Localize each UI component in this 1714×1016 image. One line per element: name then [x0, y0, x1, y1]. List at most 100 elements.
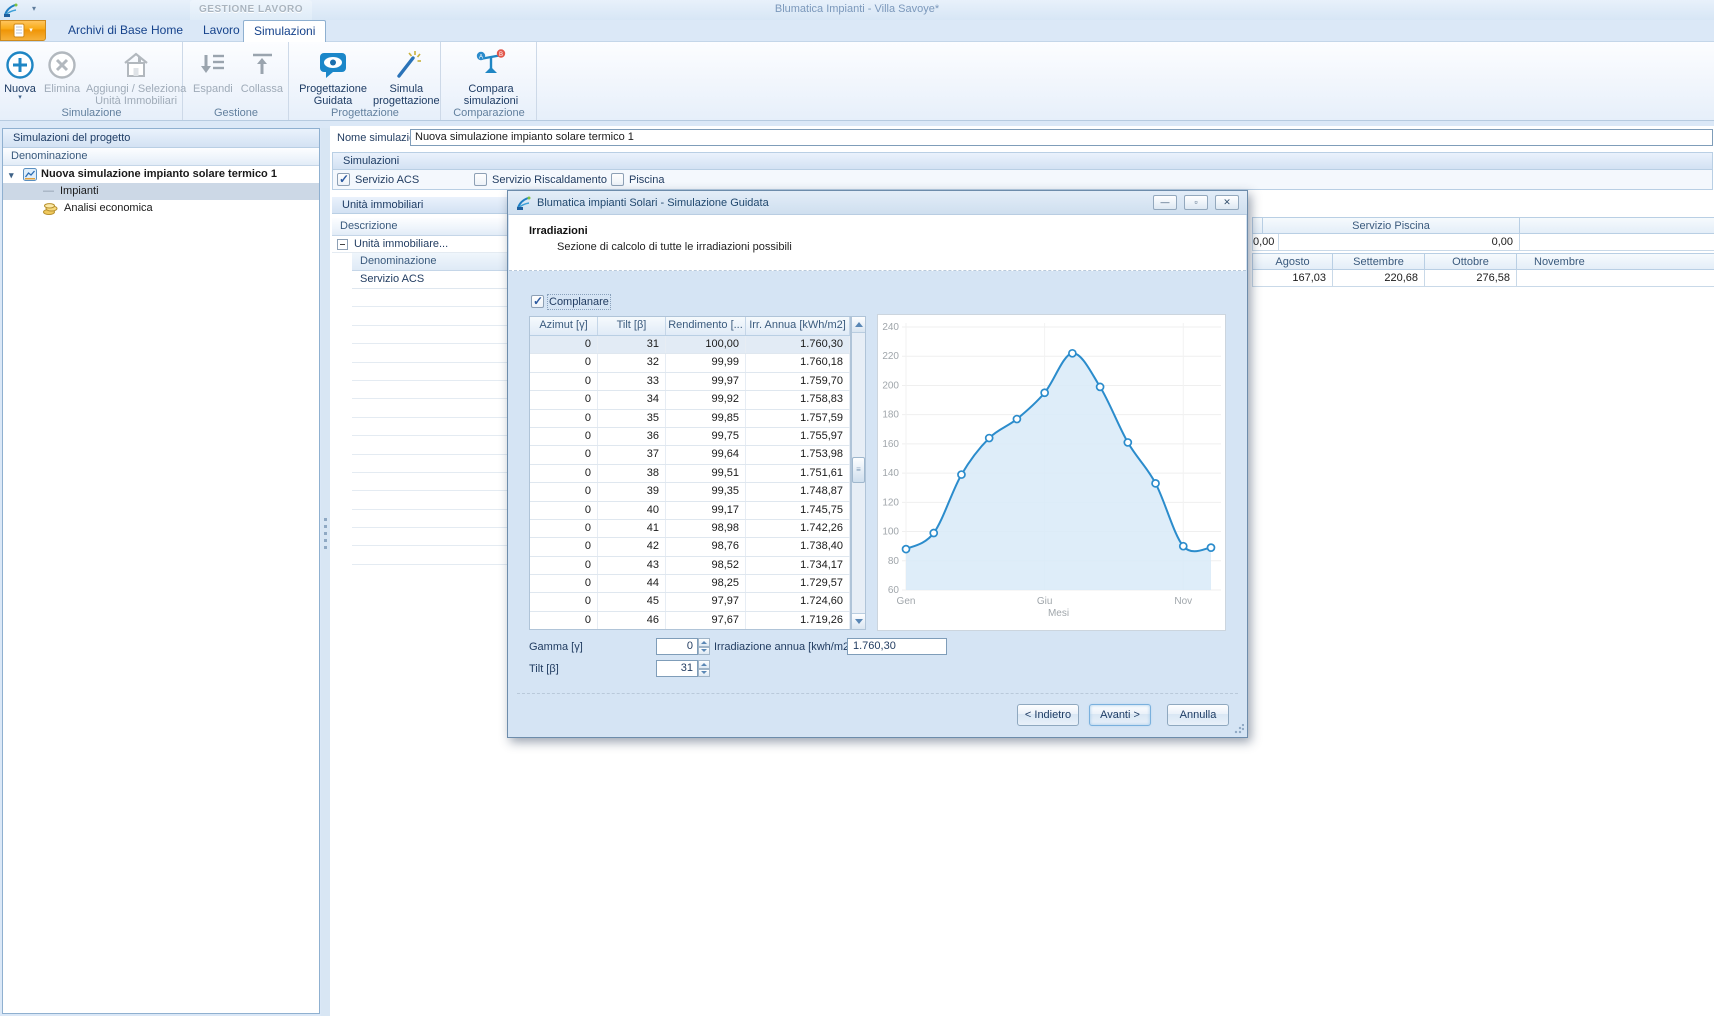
simulation-node-icon	[23, 168, 37, 181]
annulla-button[interactable]: Annulla	[1167, 704, 1229, 726]
servizio-piscina-total-cell: 0,00	[1278, 234, 1520, 251]
nuova-button[interactable]: Nuova▾	[0, 45, 40, 103]
month-header-ottobre[interactable]: Ottobre	[1424, 253, 1517, 270]
irradiation-table-row[interactable]: 04398,521.734,17	[530, 557, 850, 575]
irradiation-table-row[interactable]: 04498,251.729,57	[530, 575, 850, 593]
irradiation-table-row[interactable]: 03599,851.757,59	[530, 410, 850, 428]
dialog-maximize-button[interactable]: ▫	[1184, 195, 1208, 210]
dialog-minimize-button[interactable]: —	[1153, 195, 1177, 210]
elimina-button[interactable]: Elimina	[40, 45, 84, 97]
dialog-separator	[517, 693, 1238, 694]
col-tilt[interactable]: Tilt [β]	[598, 317, 666, 335]
scroll-down-button[interactable]	[852, 613, 865, 629]
irradiation-table-row[interactable]: 03499,921.758,83	[530, 391, 850, 409]
tree-root-simulazione[interactable]: ▾ Nuova simulazione impianto solare term…	[3, 166, 319, 183]
aggiungi-seleziona-button[interactable]: Aggiungi / Seleziona Unità Immobiliari	[84, 45, 188, 109]
progettazione-guidata-button[interactable]: Progettazione Guidata	[297, 45, 369, 109]
tilt-input[interactable]: 31	[656, 660, 698, 677]
servizio-piscina-header[interactable]: Servizio Piscina	[1262, 217, 1520, 234]
next-group-total-cell	[1519, 234, 1714, 251]
irradiation-table-row[interactable]: 031100,001.760,30	[530, 336, 850, 354]
irradiation-table-row[interactable]: 03699,751.755,97	[530, 428, 850, 446]
collassa-button[interactable]: Collassa	[237, 45, 287, 97]
project-simulations-panel-header: Simulazioni del progetto	[3, 129, 319, 148]
irradiation-table-row[interactable]: 03299,991.760,18	[530, 354, 850, 372]
svg-text:60: 60	[888, 585, 900, 596]
servizio-riscaldamento-checkbox-row[interactable]: Servizio Riscaldamento	[474, 173, 607, 186]
dialog-resize-grip[interactable]	[1234, 724, 1244, 734]
svg-text:120: 120	[882, 497, 899, 508]
value-settembre: 220,68	[1332, 270, 1425, 287]
magic-wand-icon	[389, 49, 423, 81]
dialog-title-bar[interactable]: Blumatica impianti Solari - Simulazione …	[508, 191, 1247, 215]
servizio-riscaldamento-checkbox[interactable]	[474, 173, 487, 186]
complanare-checkbox-row[interactable]: Complanare	[531, 295, 609, 308]
dialog-close-button[interactable]: ✕	[1215, 195, 1239, 210]
irradiation-table-row[interactable]: 04198,981.742,26	[530, 520, 850, 538]
col-azimut[interactable]: Azimut [γ]	[530, 317, 598, 335]
espandi-button[interactable]: Espandi	[189, 45, 237, 97]
irradiation-table-row[interactable]: 03899,511.751,61	[530, 465, 850, 483]
group-label-progettazione: Progettazione	[289, 107, 441, 119]
col-irr-annua[interactable]: Irr. Annua [kWh/m2]	[746, 317, 850, 335]
collapse-box-icon[interactable]	[337, 239, 348, 250]
application-menu-icon	[13, 23, 27, 38]
irradiation-table-row[interactable]: 04597,971.724,60	[530, 593, 850, 611]
application-menu-button[interactable]: ▾	[0, 20, 46, 41]
simula-progettazione-button[interactable]: Simula progettazione	[369, 45, 444, 109]
piscina-checkbox[interactable]	[611, 173, 624, 186]
irradiazione-annua-field[interactable]: 1.760,30	[847, 638, 947, 655]
house-icon	[119, 49, 153, 81]
avanti-button[interactable]: Avanti >	[1089, 704, 1151, 726]
irradiation-table-row[interactable]: 03399,971.759,70	[530, 373, 850, 391]
month-header-novembre[interactable]: Novembre	[1516, 253, 1714, 270]
summary-total-cell: 0,00	[1252, 234, 1279, 251]
value-agosto: 167,03	[1252, 270, 1333, 287]
svg-text:B: B	[499, 52, 503, 58]
col-rendimento[interactable]: Rendimento [...	[666, 317, 746, 335]
tab-home[interactable]: Home	[141, 20, 193, 41]
irradiation-table-row[interactable]: 04697,671.719,26	[530, 612, 850, 630]
tree-expander-icon[interactable]: ▾	[9, 170, 19, 180]
application-menu-caret-icon: ▾	[29, 28, 33, 34]
dialog-title: Blumatica impianti Solari - Simulazione …	[537, 197, 769, 209]
scrollbar-thumb[interactable]: ≡	[852, 457, 865, 483]
panel-splitter[interactable]	[321, 128, 330, 1016]
compare-scales-icon: A B	[474, 49, 508, 81]
servizio-acs-checkbox[interactable]	[337, 173, 350, 186]
irradiation-table-row[interactable]: 04298,761.738,40	[530, 538, 850, 556]
month-header-settembre[interactable]: Settembre	[1332, 253, 1425, 270]
svg-text:240: 240	[882, 322, 899, 333]
window-title: Blumatica Impianti - Villa Savoye*	[0, 3, 1714, 15]
servizio-acs-checkbox-row[interactable]: Servizio ACS	[337, 173, 419, 186]
irradiation-table-row[interactable]: 04099,171.745,75	[530, 502, 850, 520]
nuova-plus-icon	[4, 49, 36, 81]
svg-text:100: 100	[882, 527, 899, 538]
scroll-up-button[interactable]	[852, 317, 865, 333]
month-header-agosto[interactable]: Agosto	[1252, 253, 1333, 270]
svg-text:220: 220	[882, 351, 899, 362]
piscina-checkbox-row[interactable]: Piscina	[611, 173, 664, 186]
irradiation-chart-panel: 6080100120140160180200220240GenGiuNovMes…	[877, 314, 1226, 631]
tilt-spinner[interactable]	[698, 660, 710, 677]
nome-simulazione-input[interactable]: Nuova simulazione impianto solare termic…	[410, 129, 1713, 146]
irradiation-table-row[interactable]: 03999,351.748,87	[530, 483, 850, 501]
denominazione-column-header[interactable]: Denominazione	[3, 148, 319, 166]
tab-lavoro[interactable]: Lavoro	[193, 20, 250, 41]
complanare-checkbox[interactable]	[531, 295, 544, 308]
servizio-riscaldamento-label: Servizio Riscaldamento	[492, 174, 607, 186]
tree-item-analisi-economica[interactable]: Analisi economica	[3, 200, 319, 217]
tree-item-impianti[interactable]: — Impianti	[3, 183, 319, 200]
compara-simulazioni-button[interactable]: A B Compara simulazioni	[453, 45, 529, 109]
irradiazione-annua-label: Irradiazione annua [kwh/m2]	[714, 641, 852, 653]
scroll-down-icon	[855, 619, 863, 624]
impianti-dash-icon: —	[43, 183, 54, 200]
gamma-spinner[interactable]	[698, 638, 710, 655]
svg-text:Nov: Nov	[1174, 596, 1192, 607]
tab-simulazioni[interactable]: Simulazioni	[243, 20, 326, 42]
gamma-input[interactable]: 0	[656, 638, 698, 655]
irradiation-table-row[interactable]: 03799,641.753,98	[530, 446, 850, 464]
table-scrollbar[interactable]: ≡	[851, 316, 866, 630]
irradiation-table-header: Azimut [γ] Tilt [β] Rendimento [... Irr.…	[530, 317, 850, 336]
indietro-button[interactable]: < Indietro	[1017, 704, 1079, 726]
